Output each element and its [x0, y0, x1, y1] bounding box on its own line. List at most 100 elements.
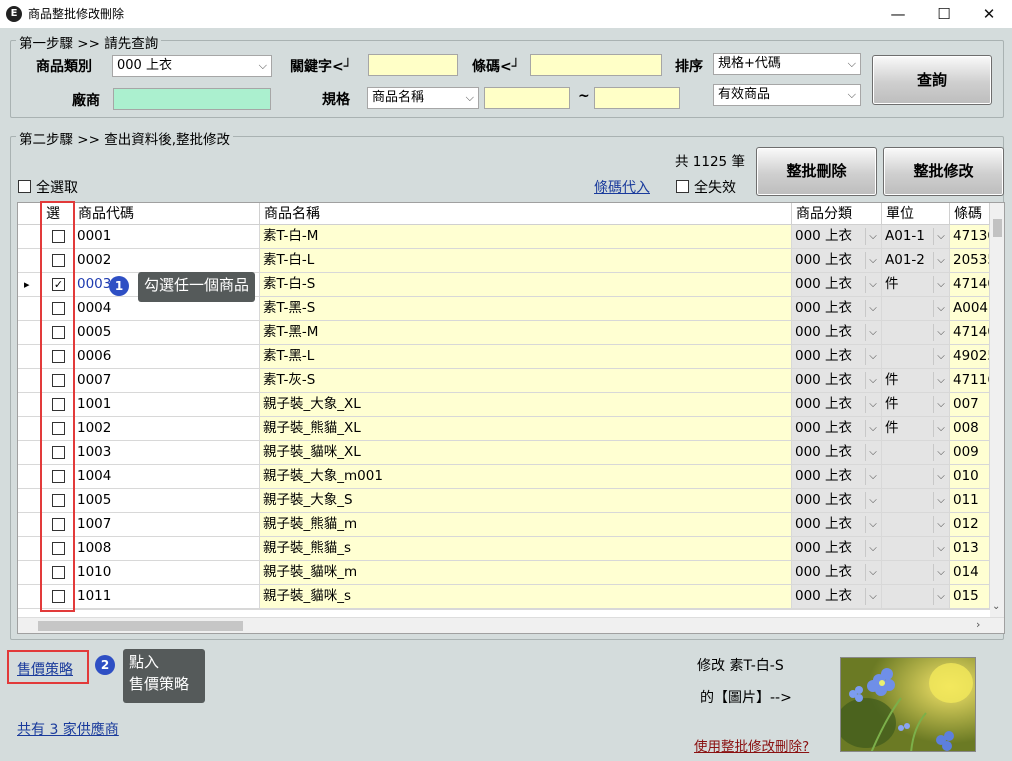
chevron-down-icon[interactable]: ⌵ — [933, 540, 948, 557]
row-header[interactable] — [18, 369, 42, 393]
product-code-cell[interactable]: 1007 — [74, 513, 260, 537]
chevron-down-icon[interactable]: ⌵ — [865, 516, 880, 533]
row-header[interactable] — [18, 489, 42, 513]
vertical-scrollbar[interactable]: ⌄ — [990, 203, 1004, 617]
chevron-down-icon[interactable]: ⌵ — [865, 276, 880, 293]
table-row[interactable]: 1007 親子裝_熊貓_m 000 上衣 ⌵ ⌵ 012 — [18, 513, 990, 537]
unit-combo-cell[interactable]: ⌵ — [882, 297, 950, 321]
product-name-cell[interactable]: 素T-黑-S — [260, 297, 792, 321]
sort-select[interactable]: 規格+代碼 ⌵ — [713, 53, 861, 75]
product-name-cell[interactable]: 素T-黑-L — [260, 345, 792, 369]
row-header[interactable] — [18, 225, 42, 249]
product-name-cell[interactable]: 親子裝_貓咪_m — [260, 561, 792, 585]
all-invalid-checkbox[interactable] — [676, 180, 689, 193]
unit-combo-cell[interactable]: ⌵ — [882, 465, 950, 489]
chevron-down-icon[interactable]: ⌵ — [933, 516, 948, 533]
product-code-cell[interactable]: 0002 — [74, 249, 260, 273]
barcode-cell[interactable]: 471169 — [950, 369, 990, 393]
product-name-cell[interactable]: 親子裝_貓咪_XL — [260, 441, 792, 465]
category-combo-cell[interactable]: 000 上衣 ⌵ — [792, 585, 882, 609]
product-name-cell[interactable]: 素T-黑-M — [260, 321, 792, 345]
product-name-cell[interactable]: 素T-白-S — [260, 273, 792, 297]
unit-combo-cell[interactable]: ⌵ — [882, 513, 950, 537]
chevron-down-icon[interactable]: ⌵ — [865, 468, 880, 485]
chevron-down-icon[interactable]: ⌵ — [933, 492, 948, 509]
unit-combo-cell[interactable]: ⌵ — [882, 585, 950, 609]
barcode-cell[interactable]: 010 — [950, 465, 990, 489]
barcode-cell[interactable]: 007 — [950, 393, 990, 417]
product-name-cell[interactable]: 素T-白-L — [260, 249, 792, 273]
chevron-down-icon[interactable]: ⌵ — [865, 252, 880, 269]
category-combo-cell[interactable]: 000 上衣 ⌵ — [792, 321, 882, 345]
barcode-cell[interactable]: 015 — [950, 585, 990, 609]
batch-delete-button[interactable]: 整批刪除 — [756, 147, 877, 196]
product-code-cell[interactable]: 0007 — [74, 369, 260, 393]
row-header[interactable] — [18, 537, 42, 561]
price-strategy-link[interactable]: 售價策略 — [17, 659, 73, 679]
product-code-cell[interactable]: 1010 — [74, 561, 260, 585]
product-name-cell[interactable]: 素T-白-M — [260, 225, 792, 249]
vendor-input[interactable] — [113, 88, 271, 110]
barcode-cell[interactable]: 011 — [950, 489, 990, 513]
category-combo-cell[interactable]: 000 上衣 ⌵ — [792, 345, 882, 369]
chevron-down-icon[interactable]: ⌵ — [865, 372, 880, 389]
keyword-input[interactable] — [368, 54, 458, 76]
product-code-cell[interactable]: 1003 — [74, 441, 260, 465]
col-header-category[interactable]: 商品分類 — [792, 203, 882, 225]
chevron-down-icon[interactable]: ⌵ — [865, 324, 880, 341]
row-header[interactable] — [18, 441, 42, 465]
unit-combo-cell[interactable]: ⌵ — [882, 537, 950, 561]
barcode-cell[interactable]: 471400 — [950, 273, 990, 297]
product-code-cell[interactable]: 1008 — [74, 537, 260, 561]
category-combo-cell[interactable]: 000 上衣 ⌵ — [792, 537, 882, 561]
category-combo-cell[interactable]: 000 上衣 ⌵ — [792, 465, 882, 489]
chevron-down-icon[interactable]: ⌵ — [933, 564, 948, 581]
select-all-checkbox[interactable] — [18, 180, 31, 193]
chevron-down-icon[interactable]: ⌵ — [865, 420, 880, 437]
chevron-down-icon[interactable]: ⌵ — [865, 348, 880, 365]
table-row[interactable]: 1001 親子裝_大象_XL 000 上衣 ⌵ 件 ⌵ 007 — [18, 393, 990, 417]
product-code-cell[interactable]: 1001 — [74, 393, 260, 417]
product-code-cell[interactable]: 1002 — [74, 417, 260, 441]
category-combo-cell[interactable]: 000 上衣 ⌵ — [792, 561, 882, 585]
product-name-cell[interactable]: 親子裝_熊貓_XL — [260, 417, 792, 441]
category-combo-cell[interactable]: 000 上衣 ⌵ — [792, 513, 882, 537]
product-name-cell[interactable]: 親子裝_熊貓_m — [260, 513, 792, 537]
chevron-down-icon[interactable]: ⌵ — [933, 396, 948, 413]
category-combo-cell[interactable]: 000 上衣 ⌵ — [792, 297, 882, 321]
chevron-down-icon[interactable]: ⌵ — [865, 588, 880, 605]
table-row[interactable]: 0006素T-黑-L000 上衣⌵⌵490250 — [18, 345, 990, 369]
product-code-cell[interactable]: 0005 — [74, 321, 260, 345]
product-name-cell[interactable]: 親子裝_貓咪_s — [260, 585, 792, 609]
category-combo-cell[interactable]: 000 上衣 ⌵ — [792, 273, 882, 297]
col-header-code[interactable]: 商品代碼 — [74, 203, 260, 225]
barcode-cell[interactable]: 008 — [950, 417, 990, 441]
table-row[interactable]: 1011 親子裝_貓咪_s 000 上衣 ⌵ ⌵ 015 — [18, 585, 990, 609]
product-name-cell[interactable]: 親子裝_大象_S — [260, 489, 792, 513]
suppliers-link[interactable]: 共有 3 家供應商 — [17, 719, 119, 739]
chevron-down-icon[interactable]: ⌵ — [933, 420, 948, 437]
chevron-down-icon[interactable]: ⌵ — [933, 348, 948, 365]
product-code-cell[interactable]: 1005 — [74, 489, 260, 513]
barcode-cell[interactable]: 009 — [950, 441, 990, 465]
table-row[interactable]: 1003 親子裝_貓咪_XL 000 上衣 ⌵ ⌵ 009 — [18, 441, 990, 465]
product-name-cell[interactable]: 親子裝_熊貓_s — [260, 537, 792, 561]
product-code-cell[interactable]: 0001 — [74, 225, 260, 249]
unit-combo-cell[interactable]: ⌵ — [882, 561, 950, 585]
barcode-cell[interactable]: A004 — [950, 297, 990, 321]
table-row[interactable]: 1002 親子裝_熊貓_XL 000 上衣 ⌵ 件 ⌵ 008 — [18, 417, 990, 441]
scroll-down-icon[interactable]: ⌄ — [992, 601, 1000, 612]
minimize-button[interactable]: — — [875, 0, 921, 28]
product-name-cell[interactable]: 親子裝_大象_m001 — [260, 465, 792, 489]
chevron-down-icon[interactable]: ⌵ — [865, 396, 880, 413]
row-header[interactable] — [18, 465, 42, 489]
unit-combo-cell[interactable]: ⌵ — [882, 489, 950, 513]
col-header-unit[interactable]: 單位 — [882, 203, 950, 225]
category-combo-cell[interactable]: 000 上衣 ⌵ — [792, 369, 882, 393]
unit-combo-cell[interactable]: 件 ⌵ — [882, 393, 950, 417]
barcode-cell[interactable]: 205354 — [950, 249, 990, 273]
horizontal-scroll-thumb[interactable] — [38, 621, 243, 631]
chevron-down-icon[interactable]: ⌵ — [933, 300, 948, 317]
chevron-down-icon[interactable]: ⌵ — [933, 372, 948, 389]
product-name-cell[interactable]: 親子裝_大象_XL — [260, 393, 792, 417]
